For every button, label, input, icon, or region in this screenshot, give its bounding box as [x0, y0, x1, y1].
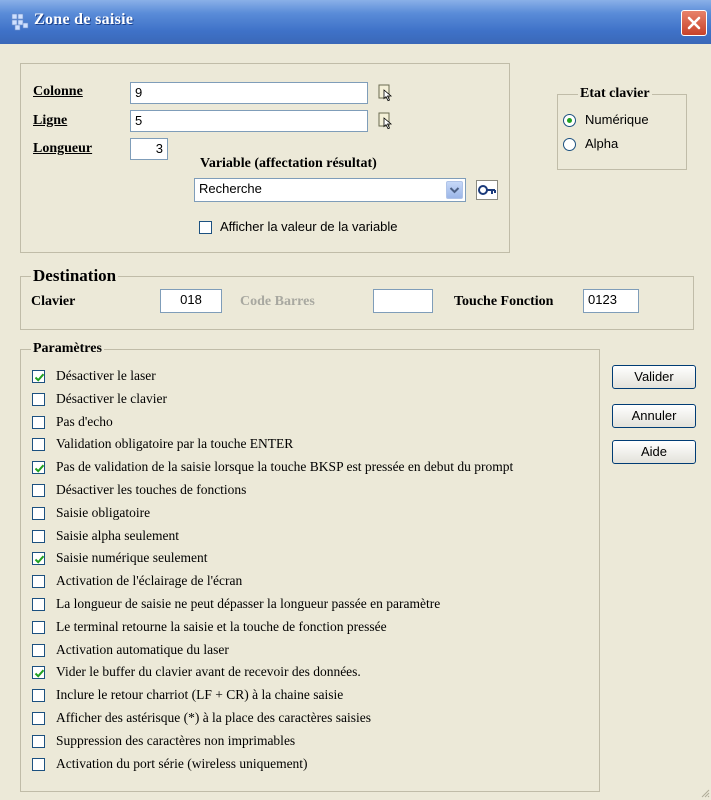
check-icon — [34, 464, 45, 473]
variable-value: Recherche — [199, 181, 262, 196]
parametre-row[interactable]: Vider le buffer du clavier avant de rece… — [30, 662, 600, 684]
parametre-label: Pas d'echo — [56, 413, 113, 429]
title-bar[interactable]: Zone de saisie — [0, 0, 711, 44]
etat-clavier-legend: Etat clavier — [578, 86, 652, 102]
resize-grip-icon[interactable] — [700, 788, 710, 798]
app-icon — [11, 13, 29, 31]
parametres-legend: Paramètres — [31, 341, 104, 357]
parametre-checkbox[interactable] — [32, 734, 45, 748]
parametre-row[interactable]: Désactiver le clavier — [30, 389, 600, 411]
parametre-row[interactable]: Suppression des caractères non imprimabl… — [30, 731, 600, 753]
parametre-checkbox[interactable] — [32, 552, 45, 566]
clavier-label: Clavier — [31, 294, 76, 309]
parametre-checkbox[interactable] — [32, 689, 45, 703]
parametre-label: Activation de l'éclairage de l'écran — [56, 573, 243, 589]
valider-button[interactable]: Valider — [612, 365, 696, 389]
parametre-label: Saisie alpha seulement — [56, 527, 179, 543]
parametre-row[interactable]: Saisie alpha seulement — [30, 526, 600, 548]
parametre-checkbox[interactable] — [32, 415, 45, 429]
longueur-label: Longueur — [33, 141, 93, 156]
parametre-checkbox[interactable] — [32, 438, 45, 452]
parametre-row[interactable]: La longueur de saisie ne peut dépasser l… — [30, 594, 600, 616]
parametre-checkbox[interactable] — [32, 598, 45, 611]
code-barres-input[interactable] — [373, 289, 433, 313]
parametre-checkbox[interactable] — [32, 666, 45, 680]
close-button[interactable] — [681, 10, 707, 36]
show-variable-checkbox[interactable] — [199, 221, 212, 234]
parametre-row[interactable]: Afficher des astérisque (*) à la place d… — [30, 708, 600, 730]
parametre-label: Saisie obligatoire — [56, 504, 151, 520]
parametre-checkbox[interactable] — [32, 643, 45, 657]
parametre-checkbox[interactable] — [32, 575, 45, 589]
parametre-row[interactable]: Inclure le retour charriot (LF + CR) à l… — [30, 685, 600, 707]
colonne-label: Colonne — [33, 84, 83, 99]
parametre-row[interactable]: Activation de l'éclairage de l'écran — [30, 571, 600, 593]
code-barres-label: Code Barres — [240, 294, 315, 309]
close-icon — [687, 16, 701, 30]
parametre-checkbox[interactable] — [32, 757, 45, 771]
ligne-label: Ligne — [33, 113, 68, 128]
parametre-checkbox[interactable] — [32, 529, 45, 543]
parametre-row[interactable]: Saisie obligatoire — [30, 503, 600, 525]
parametre-label: Le terminal retourne la saisie et la tou… — [56, 618, 387, 634]
variable-label: Variable (affectation résultat) — [200, 156, 377, 171]
parametre-checkbox[interactable] — [32, 484, 45, 497]
parametre-checkbox[interactable] — [32, 392, 45, 406]
ligne-input[interactable]: 5 — [130, 110, 368, 132]
parametre-label: Suppression des caractères non imprimabl… — [56, 732, 296, 748]
annuler-button[interactable]: Annuler — [612, 404, 696, 428]
parametre-label: Vider le buffer du clavier avant de rece… — [56, 664, 361, 680]
parametre-row[interactable]: Saisie numérique seulement — [30, 548, 600, 570]
radio-numerique-label: Numérique — [585, 112, 649, 127]
parametre-checkbox[interactable] — [32, 370, 45, 383]
colonne-input[interactable]: 9 — [130, 82, 368, 104]
parametre-label: Saisie numérique seulement — [56, 550, 208, 566]
parametre-row[interactable]: Le terminal retourne la saisie et la tou… — [30, 617, 600, 639]
parametre-checkbox[interactable] — [32, 461, 45, 475]
parametre-checkbox[interactable] — [32, 712, 45, 725]
parametre-label: Afficher des astérisque (*) à la place d… — [56, 710, 371, 725]
check-icon — [34, 373, 45, 382]
parametre-label: Désactiver le clavier — [56, 390, 167, 406]
ligne-picker-icon[interactable] — [378, 112, 394, 130]
etat-clavier-group — [557, 94, 687, 170]
parametre-label: La longueur de saisie ne peut dépasser l… — [56, 596, 441, 611]
variable-dropdown-button[interactable] — [446, 181, 463, 199]
window-title: Zone de saisie — [34, 11, 134, 28]
longueur-input[interactable]: 3 — [130, 138, 168, 160]
parametre-label: Pas de validation de la saisie lorsque l… — [56, 459, 514, 475]
parametre-label: Inclure le retour charriot (LF + CR) à l… — [56, 687, 344, 703]
variable-edit-icon[interactable] — [476, 180, 498, 200]
parametre-label: Désactiver le laser — [56, 368, 156, 383]
check-icon — [34, 669, 45, 679]
destination-legend: Destination — [31, 266, 119, 286]
parametre-row[interactable]: Pas d'echo — [30, 412, 600, 434]
radio-alpha-label: Alpha — [585, 136, 619, 151]
parametre-row[interactable]: Désactiver le laser — [30, 366, 600, 388]
touche-fonction-input[interactable]: 0123 — [583, 289, 639, 313]
parametre-label: Validation obligatoire par la touche ENT… — [56, 436, 294, 452]
parametre-label: Désactiver les touches de fonctions — [56, 482, 247, 497]
parametre-row[interactable]: Activation du port série (wireless uniqu… — [30, 754, 600, 776]
parametre-row[interactable]: Validation obligatoire par la touche ENT… — [30, 434, 600, 456]
parametre-checkbox[interactable] — [32, 620, 45, 634]
parametre-checkbox[interactable] — [32, 506, 45, 520]
clavier-input[interactable]: 018 — [160, 289, 222, 313]
touche-fonction-label: Touche Fonction — [454, 294, 554, 309]
variable-select[interactable]: Recherche — [194, 178, 466, 202]
show-variable-label: Afficher la valeur de la variable — [220, 219, 398, 234]
colonne-picker-icon[interactable] — [378, 84, 394, 102]
parametre-label: Activation du port série (wireless uniqu… — [56, 755, 308, 771]
check-icon — [34, 555, 45, 565]
radio-alpha[interactable] — [563, 138, 576, 151]
parametre-label: Activation automatique du laser — [56, 641, 229, 657]
aide-button[interactable]: Aide — [612, 440, 696, 464]
parametre-row[interactable]: Désactiver les touches de fonctions — [30, 480, 600, 502]
chevron-down-icon — [449, 187, 460, 194]
radio-numerique[interactable] — [563, 114, 576, 127]
parametre-row[interactable]: Activation automatique du laser — [30, 640, 600, 662]
parametre-row[interactable]: Pas de validation de la saisie lorsque l… — [30, 457, 600, 479]
dialog-window: Zone de saisie Colonne 9 Ligne 5 Longueu… — [0, 0, 711, 800]
